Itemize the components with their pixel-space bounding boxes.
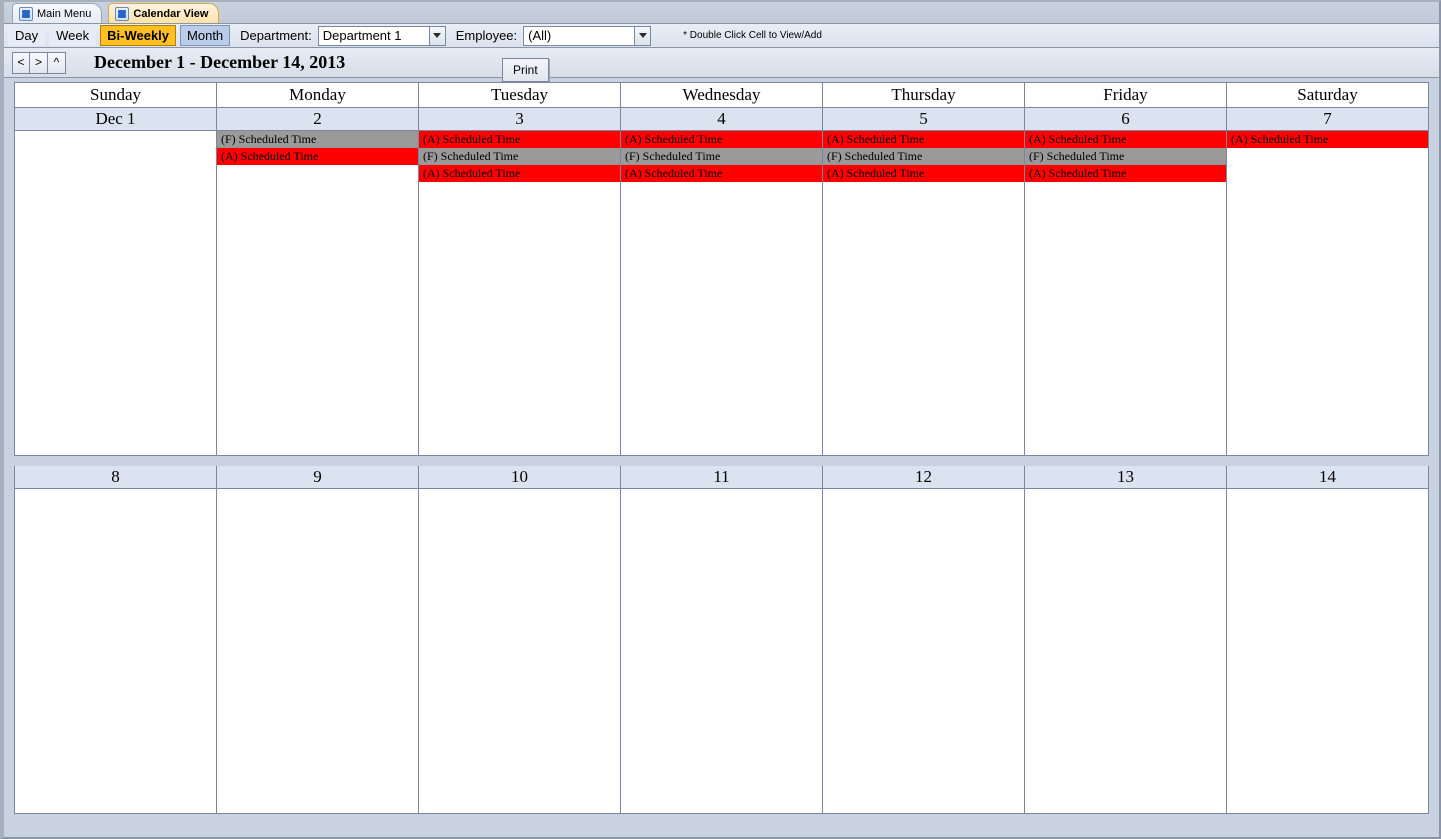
day-cell[interactable] [216, 489, 418, 814]
department-input[interactable] [319, 27, 429, 45]
calendar: Sunday Monday Tuesday Wednesday Thursday… [14, 82, 1429, 833]
calendar-event[interactable]: (A) Scheduled Time [621, 131, 822, 148]
calendar-event[interactable]: (A) Scheduled Time [823, 165, 1024, 182]
employee-combo[interactable] [523, 26, 651, 46]
form-icon [19, 7, 33, 21]
date-cell: 3 [418, 108, 620, 131]
app-window: Main Menu Calendar View Day Week Bi-Week… [0, 0, 1441, 839]
form-icon [115, 7, 129, 21]
day-cell[interactable] [822, 489, 1024, 814]
day-cell[interactable] [14, 131, 216, 456]
view-day-button[interactable]: Day [8, 25, 45, 46]
dow-tuesday: Tuesday [418, 82, 620, 108]
date-range-title: December 1 - December 14, 2013 [94, 52, 345, 73]
date-cell: 5 [822, 108, 1024, 131]
week-gap [14, 456, 1429, 466]
date-cell: 6 [1024, 108, 1226, 131]
calendar-event[interactable]: (F) Scheduled Time [217, 131, 418, 148]
day-cell[interactable]: (A) Scheduled Time (F) Scheduled Time (A… [1024, 131, 1226, 456]
day-cell[interactable]: (A) Scheduled Time [1226, 131, 1429, 456]
tab-calendar-view[interactable]: Calendar View [108, 3, 219, 23]
calendar-event[interactable]: (A) Scheduled Time [621, 165, 822, 182]
week-1-body: (F) Scheduled Time (A) Scheduled Time (A… [14, 131, 1429, 456]
day-of-week-header: Sunday Monday Tuesday Wednesday Thursday… [14, 82, 1429, 108]
department-label: Department: [234, 28, 314, 43]
employee-input[interactable] [524, 27, 634, 45]
day-cell[interactable] [14, 489, 216, 814]
department-combo[interactable] [318, 26, 446, 46]
calendar-event[interactable]: (F) Scheduled Time [823, 148, 1024, 165]
day-cell[interactable] [1024, 489, 1226, 814]
date-cell: 9 [216, 466, 418, 489]
day-cell[interactable]: (A) Scheduled Time (F) Scheduled Time (A… [620, 131, 822, 456]
day-cell[interactable] [1226, 489, 1429, 814]
nav-button-group: < > ^ [12, 52, 66, 74]
view-toolbar: Day Week Bi-Weekly Month Department: Emp… [4, 24, 1439, 48]
week-1-dates: Dec 1 2 3 4 5 6 7 [14, 108, 1429, 131]
prev-button[interactable]: < [12, 52, 30, 74]
calendar-event[interactable]: (A) Scheduled Time [419, 131, 620, 148]
date-cell: 2 [216, 108, 418, 131]
calendar-event[interactable]: (A) Scheduled Time [217, 148, 418, 165]
tab-strip: Main Menu Calendar View [4, 2, 1439, 24]
week-2-dates: 8 9 10 11 12 13 14 [14, 466, 1429, 489]
print-button[interactable]: Print [502, 58, 549, 82]
dropdown-icon[interactable] [634, 27, 650, 45]
date-cell: 12 [822, 466, 1024, 489]
date-cell: 11 [620, 466, 822, 489]
tab-label: Calendar View [133, 8, 208, 20]
nav-row: < > ^ December 1 - December 14, 2013 [4, 48, 1439, 78]
dow-friday: Friday [1024, 82, 1226, 108]
dow-saturday: Saturday [1226, 82, 1429, 108]
tab-label: Main Menu [37, 8, 91, 20]
calendar-event[interactable]: (F) Scheduled Time [621, 148, 822, 165]
day-cell[interactable] [620, 489, 822, 814]
day-cell[interactable]: (A) Scheduled Time (F) Scheduled Time (A… [418, 131, 620, 456]
day-cell[interactable] [418, 489, 620, 814]
dow-wednesday: Wednesday [620, 82, 822, 108]
dow-monday: Monday [216, 82, 418, 108]
week-2-body [14, 489, 1429, 814]
date-cell: 4 [620, 108, 822, 131]
next-button[interactable]: > [30, 52, 48, 74]
calendar-event[interactable]: (A) Scheduled Time [419, 165, 620, 182]
tab-main-menu[interactable]: Main Menu [12, 3, 102, 23]
date-cell: 14 [1226, 466, 1429, 489]
employee-label: Employee: [450, 28, 519, 43]
view-month-button[interactable]: Month [180, 25, 230, 46]
day-cell[interactable]: (A) Scheduled Time (F) Scheduled Time (A… [822, 131, 1024, 456]
hint-text: * Double Click Cell to View/Add [683, 30, 822, 41]
date-cell: 7 [1226, 108, 1429, 131]
date-cell: 10 [418, 466, 620, 489]
calendar-event[interactable]: (A) Scheduled Time [823, 131, 1024, 148]
date-cell: 8 [14, 466, 216, 489]
dropdown-icon[interactable] [429, 27, 445, 45]
date-cell: 13 [1024, 466, 1226, 489]
day-cell[interactable]: (F) Scheduled Time (A) Scheduled Time [216, 131, 418, 456]
view-biweekly-button[interactable]: Bi-Weekly [100, 25, 176, 46]
dow-thursday: Thursday [822, 82, 1024, 108]
up-button[interactable]: ^ [48, 52, 66, 74]
calendar-event[interactable]: (A) Scheduled Time [1025, 165, 1226, 182]
calendar-event[interactable]: (A) Scheduled Time [1227, 131, 1428, 148]
view-week-button[interactable]: Week [49, 25, 96, 46]
calendar-event[interactable]: (F) Scheduled Time [1025, 148, 1226, 165]
dow-sunday: Sunday [14, 82, 216, 108]
date-cell: Dec 1 [14, 108, 216, 131]
calendar-event[interactable]: (A) Scheduled Time [1025, 131, 1226, 148]
calendar-event[interactable]: (F) Scheduled Time [419, 148, 620, 165]
